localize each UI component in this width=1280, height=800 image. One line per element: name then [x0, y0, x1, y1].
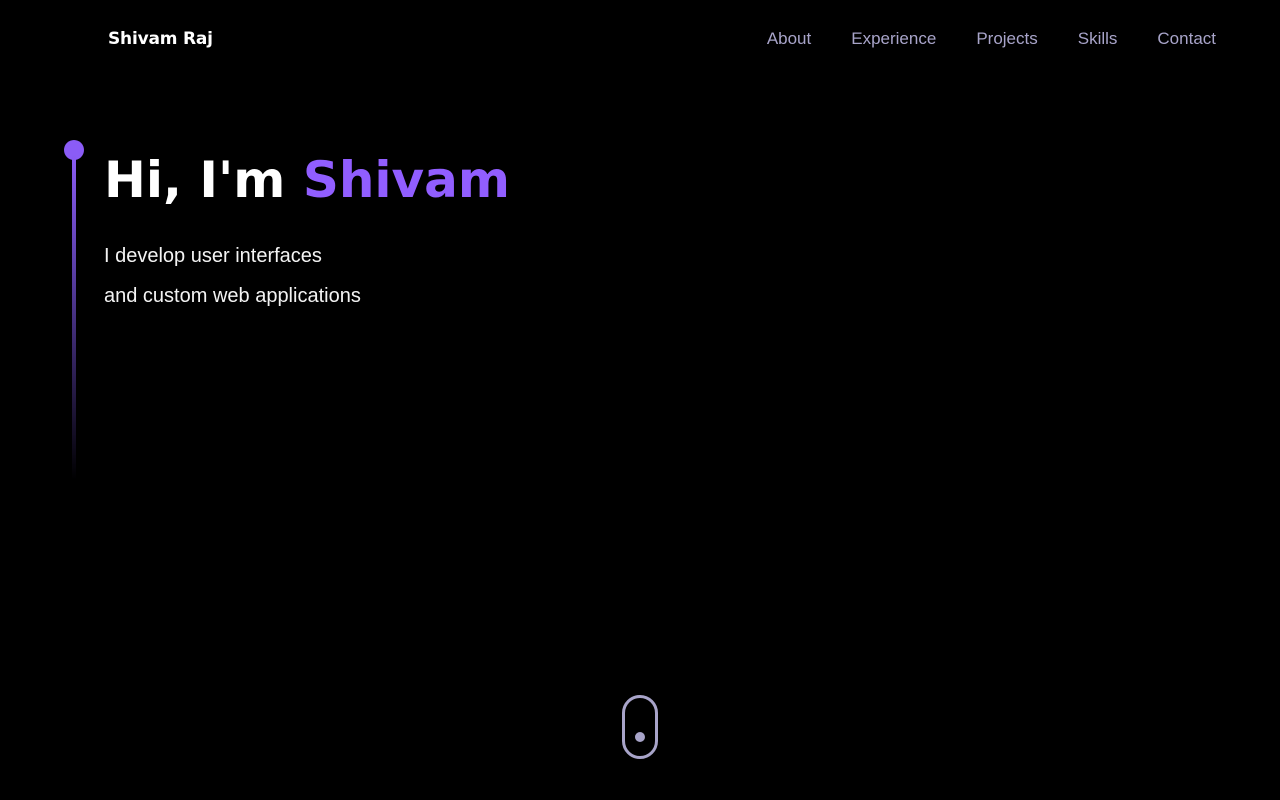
nav-projects[interactable]: Projects [976, 27, 1037, 51]
hero-title: Hi, I'm Shivam [104, 148, 510, 212]
hero-subtitle-line-1: I develop user interfaces [104, 245, 322, 267]
hero-title-prefix: Hi, I'm [104, 151, 303, 209]
nav-about[interactable]: About [767, 27, 811, 51]
hero-title-name: Shivam [302, 151, 510, 209]
nav-skills[interactable]: Skills [1078, 27, 1118, 51]
hero-subtitle-line-2: and custom web applications [104, 285, 361, 307]
hero-timeline-decoration [64, 140, 84, 480]
hero-subtitle: I develop user interfaces and custom web… [104, 236, 361, 316]
mouse-scroll-icon[interactable] [622, 695, 658, 759]
main-nav: About Experience Projects Skills Contact [767, 27, 1216, 51]
nav-experience[interactable]: Experience [851, 27, 936, 51]
timeline-line [72, 154, 76, 480]
nav-contact[interactable]: Contact [1157, 27, 1216, 51]
scroll-wheel-dot [635, 732, 645, 742]
site-logo[interactable]: Shivam Raj [108, 27, 213, 51]
